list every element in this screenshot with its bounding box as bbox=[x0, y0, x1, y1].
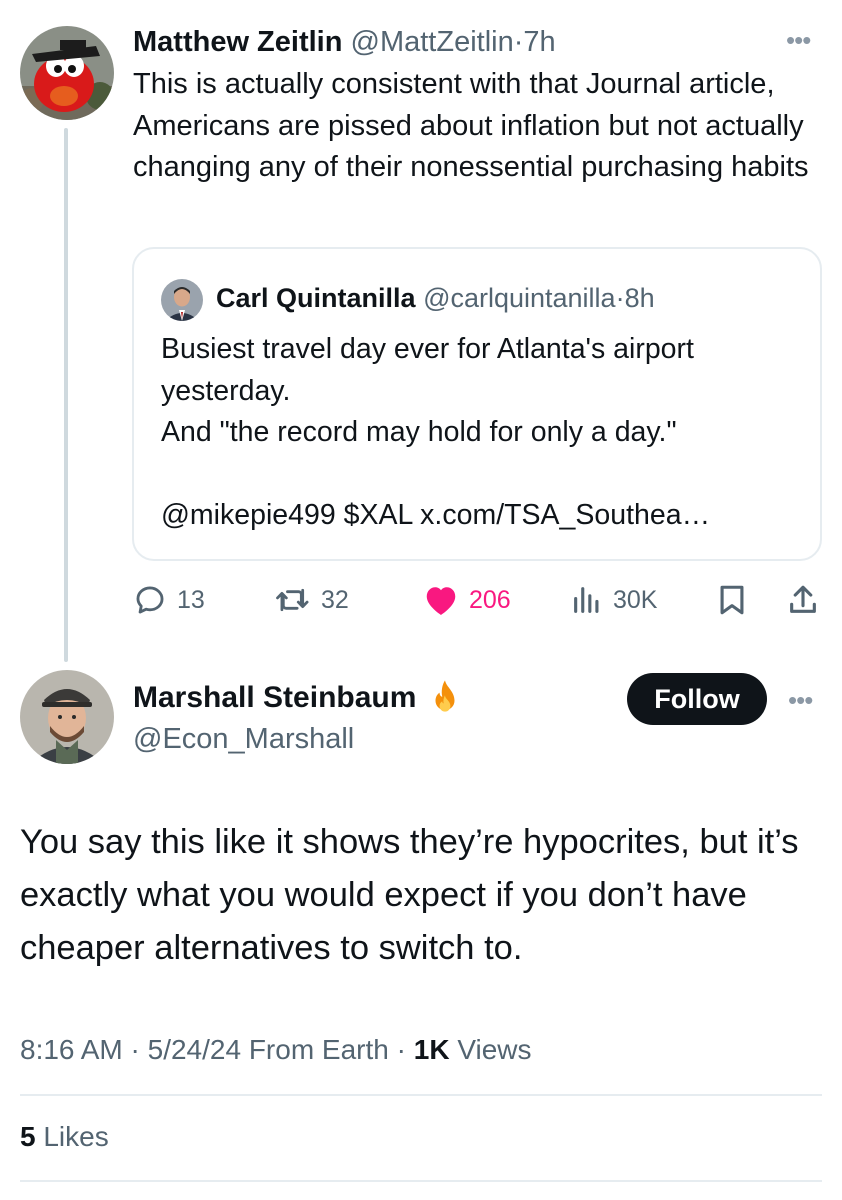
views-count: 30K bbox=[613, 585, 658, 614]
reply-author-name-row: Marshall Steinbaum bbox=[133, 678, 462, 718]
like-count: 206 bbox=[469, 585, 511, 614]
person-avatar-icon bbox=[161, 279, 203, 321]
reply-author-name[interactable]: Marshall Steinbaum bbox=[133, 678, 416, 718]
reply-time[interactable]: 8:16 AM bbox=[20, 1034, 123, 1065]
retweet-button[interactable]: 32 bbox=[275, 580, 349, 620]
reply-source: From Earth bbox=[248, 1034, 389, 1065]
share-button[interactable] bbox=[787, 580, 819, 620]
parent-more-icon[interactable]: ••• bbox=[786, 27, 811, 53]
reply-likes-label: Likes bbox=[43, 1121, 109, 1152]
quoted-separator: · bbox=[615, 283, 625, 313]
parent-author-handle[interactable]: @MattZeitlin bbox=[351, 26, 514, 58]
reply-views-label: Views bbox=[457, 1034, 532, 1065]
quoted-avatar bbox=[161, 279, 203, 321]
follow-button[interactable]: Follow bbox=[627, 673, 767, 725]
parent-author-name[interactable]: Matthew Zeitlin bbox=[133, 26, 342, 58]
reply-likes-count: 5 bbox=[20, 1121, 36, 1152]
quoted-author-name: Carl Quintanilla bbox=[216, 283, 416, 313]
reply-count: 13 bbox=[177, 585, 205, 614]
meta-separator: · bbox=[396, 1034, 406, 1065]
quoted-author-handle: @carlquintanilla bbox=[423, 283, 616, 313]
thread-line bbox=[64, 128, 68, 662]
reply-author-avatar[interactable] bbox=[20, 670, 114, 764]
divider bbox=[20, 1180, 822, 1182]
reply-likes[interactable]: 5 Likes bbox=[20, 1117, 109, 1157]
quoted-tweet-text: Busiest travel day ever for Atlanta's ai… bbox=[161, 333, 711, 531]
parent-separator: · bbox=[513, 26, 524, 58]
reply-tweet-text: You say this like it shows they’re hypoc… bbox=[20, 823, 799, 967]
parent-timestamp[interactable]: 7h bbox=[523, 26, 555, 58]
parent-header: Matthew Zeitlin @MattZeitlin·7h bbox=[133, 24, 556, 60]
quoted-tweet-card[interactable]: Carl Quintanilla @carlquintanilla·8h Bus… bbox=[132, 247, 822, 561]
share-icon bbox=[790, 585, 816, 613]
quoted-timestamp: 8h bbox=[624, 283, 655, 313]
like-button[interactable]: 206 bbox=[423, 580, 511, 620]
reply-more-icon[interactable]: ••• bbox=[788, 687, 813, 713]
meta-separator: · bbox=[130, 1034, 140, 1065]
action-bar: 13 32 206 30K bbox=[133, 580, 823, 620]
reply-button[interactable]: 13 bbox=[133, 580, 205, 620]
person-avatar-icon bbox=[20, 670, 114, 764]
views-button[interactable]: 30K bbox=[571, 580, 657, 620]
fire-emoji-icon bbox=[435, 680, 455, 712]
bookmark-button[interactable] bbox=[717, 580, 747, 620]
elmo-avatar-icon bbox=[20, 26, 114, 120]
reply-author-handle[interactable]: @Econ_Marshall bbox=[133, 720, 354, 758]
parent-avatar[interactable] bbox=[20, 26, 114, 120]
reply-views-count: 1K bbox=[413, 1034, 450, 1065]
divider bbox=[20, 1094, 822, 1096]
parent-tweet-text: This is actually consistent with that Jo… bbox=[133, 68, 809, 183]
reply-meta: 8:16 AM · 5/24/24 From Earth · 1K Views bbox=[20, 1030, 532, 1070]
retweet-icon bbox=[276, 588, 309, 612]
bookmark-icon bbox=[720, 585, 744, 615]
heart-icon bbox=[426, 587, 456, 615]
views-chart-icon bbox=[574, 587, 599, 613]
reply-icon bbox=[136, 586, 164, 614]
retweet-count: 32 bbox=[321, 585, 349, 614]
quoted-header: Carl Quintanilla @carlquintanilla·8h bbox=[216, 281, 655, 315]
reply-date[interactable]: 5/24/24 bbox=[148, 1034, 241, 1065]
